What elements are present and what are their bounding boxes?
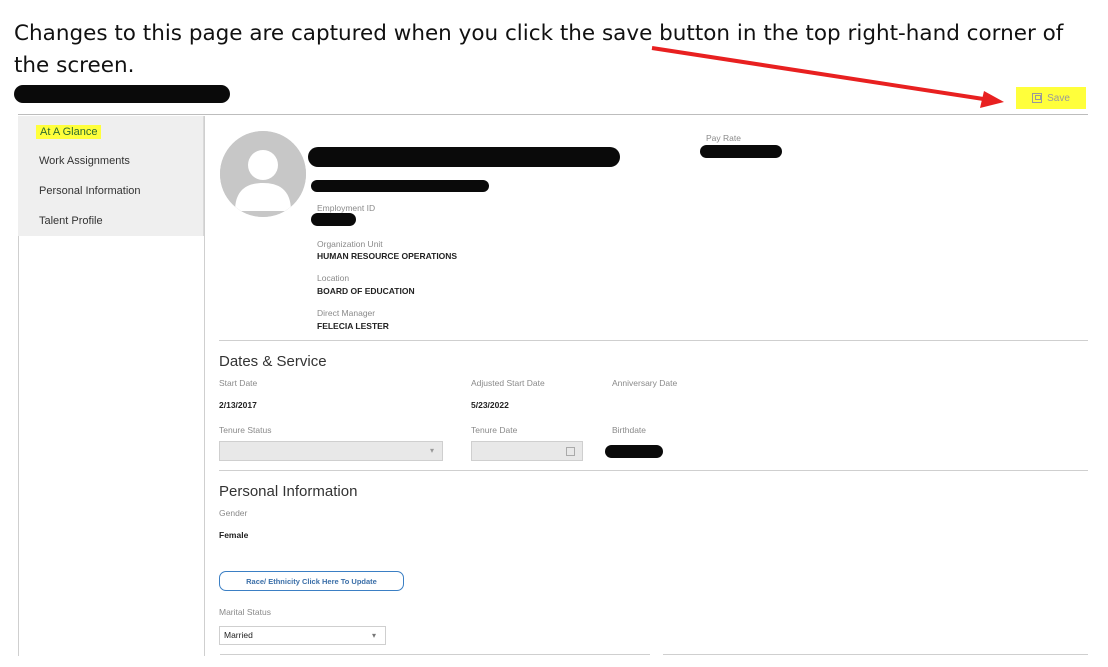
tenure-status-select[interactable]: ▾ bbox=[219, 441, 443, 461]
section-divider bbox=[219, 340, 1088, 341]
redacted-job-title bbox=[311, 180, 489, 192]
marital-status-value: Married bbox=[224, 630, 253, 640]
race-ethnicity-update-button[interactable]: Race/ Ethnicity Click Here To Update bbox=[219, 571, 404, 591]
save-button[interactable]: Save bbox=[1016, 87, 1086, 109]
sidebar-nav: At A Glance Work Assignments Personal In… bbox=[18, 116, 204, 236]
instruction-caption: Changes to this page are captured when y… bbox=[14, 21, 1064, 78]
direct-manager-label: Direct Manager bbox=[317, 308, 376, 318]
person-icon bbox=[220, 131, 306, 217]
org-unit-label: Organization Unit bbox=[317, 239, 383, 249]
tenure-status-label: Tenure Status bbox=[219, 425, 272, 435]
start-date-value: 2/13/2017 bbox=[219, 400, 257, 410]
anniversary-date-label: Anniversary Date bbox=[612, 378, 678, 388]
direct-manager-value: FELECIA LESTER bbox=[317, 321, 389, 331]
header-divider bbox=[18, 114, 1088, 115]
marital-status-select[interactable]: Married ▾ bbox=[219, 626, 386, 645]
redacted-pay-rate bbox=[700, 145, 782, 158]
redacted-employment-id bbox=[311, 213, 356, 226]
sidebar-item-talent-profile[interactable]: Talent Profile bbox=[39, 215, 103, 227]
location-label: Location bbox=[317, 273, 350, 283]
adjusted-start-date-value: 5/23/2022 bbox=[471, 400, 509, 410]
adjusted-start-date-label: Adjusted Start Date bbox=[471, 378, 545, 388]
save-icon bbox=[1032, 93, 1043, 103]
pay-rate-label: Pay Rate bbox=[706, 133, 741, 143]
sidebar-item-at-a-glance[interactable]: At A Glance bbox=[36, 125, 102, 139]
redaction-bar bbox=[14, 85, 230, 103]
bottom-dividers bbox=[205, 654, 1088, 656]
tenure-date-input[interactable] bbox=[471, 441, 583, 461]
main-left-border bbox=[204, 116, 205, 656]
save-label: Save bbox=[1047, 92, 1070, 104]
avatar bbox=[220, 131, 306, 217]
chevron-down-icon: ▾ bbox=[429, 446, 434, 455]
gender-value: Female bbox=[219, 530, 249, 540]
location-value: BOARD OF EDUCATION bbox=[317, 286, 415, 296]
org-unit-value: HUMAN RESOURCE OPERATIONS bbox=[317, 251, 458, 261]
chevron-down-icon: ▾ bbox=[371, 631, 376, 640]
gender-label: Gender bbox=[219, 508, 248, 518]
personal-section-title: Personal Information bbox=[219, 483, 358, 500]
start-date-label: Start Date bbox=[219, 378, 258, 388]
redacted-birthdate bbox=[605, 445, 663, 458]
redacted-employee-name bbox=[308, 147, 620, 167]
sidebar-item-personal-information[interactable]: Personal Information bbox=[39, 185, 141, 197]
dates-section-title: Dates & Service bbox=[219, 353, 327, 370]
tenure-date-label: Tenure Date bbox=[471, 425, 518, 435]
employment-id-label: Employment ID bbox=[317, 203, 376, 213]
section-divider bbox=[219, 470, 1088, 471]
birthdate-label: Birthdate bbox=[612, 425, 647, 435]
sidebar-item-work-assignments[interactable]: Work Assignments bbox=[39, 155, 130, 167]
calendar-icon bbox=[566, 447, 575, 456]
marital-status-label: Marital Status bbox=[219, 607, 271, 617]
